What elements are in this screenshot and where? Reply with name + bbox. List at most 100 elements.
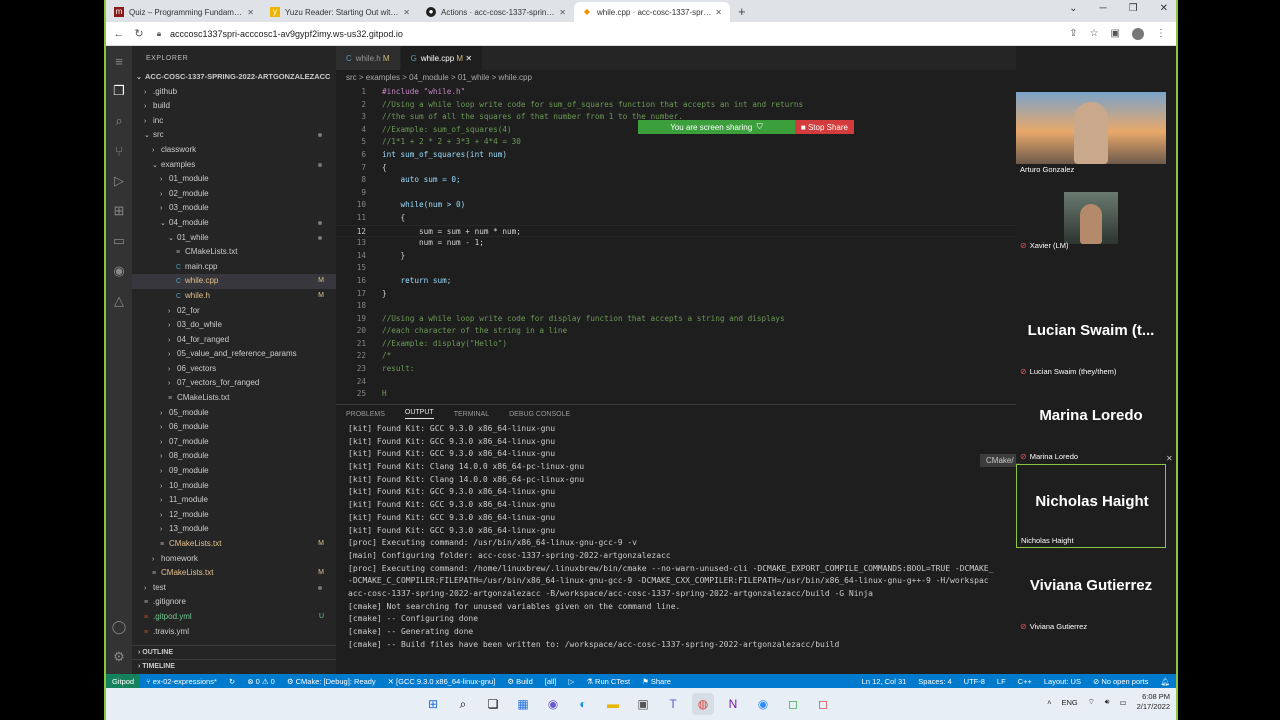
tree-folder[interactable]: › test — [132, 581, 336, 596]
code-line[interactable]: 6 int sum_of_squares(int num) — [336, 149, 1016, 162]
chat-icon[interactable]: ◉ — [542, 693, 564, 715]
search-icon[interactable]: ⌕ — [106, 106, 132, 136]
participant-tile[interactable]: Lucian Swaim (t... ⊘ Lucian Swaim (they/th… — [1016, 294, 1166, 378]
tree-folder[interactable]: › 07_vectors_for_ranged — [132, 376, 336, 391]
run-debug-icon[interactable]: ▷ — [106, 166, 132, 196]
search-icon[interactable]: ⌕ — [452, 693, 474, 715]
share-icon[interactable]: ⇪ — [1069, 28, 1077, 40]
code-line[interactable]: 9 — [336, 187, 1016, 200]
wifi-icon[interactable]: ⌔ — [1088, 697, 1095, 707]
minimize-icon[interactable]: ─ — [1100, 3, 1107, 14]
extensions-icon[interactable]: ⊞ — [106, 196, 132, 226]
tab-debug-console[interactable]: DEBUG CONSOLE — [509, 411, 570, 418]
tree-file[interactable]: ≡ CMakeLists.txt M — [132, 566, 336, 581]
tree-folder[interactable]: › 06_vectors — [132, 362, 336, 377]
new-tab-button[interactable]: + — [738, 4, 746, 19]
close-window-icon[interactable]: ✕ — [1160, 3, 1168, 14]
tree-folder[interactable]: › 02_module — [132, 187, 336, 202]
restore-icon[interactable]: ❐ — [1129, 3, 1138, 14]
tree-file[interactable]: Cwhile.cpp M — [132, 274, 336, 289]
tab-problems[interactable]: PROBLEMS — [346, 411, 385, 418]
chrome-icon[interactable]: ◍ — [692, 693, 714, 715]
close-icon[interactable]: ✕ — [403, 8, 410, 17]
tree-folder[interactable]: › 08_module — [132, 449, 336, 464]
code-line[interactable]: 24 — [336, 376, 1016, 389]
tree-folder[interactable]: › 05_value_and_reference_params — [132, 347, 336, 362]
tree-file[interactable]: ≡ .gitignore — [132, 595, 336, 610]
tree-folder[interactable]: › classwork — [132, 143, 336, 158]
indentation[interactable]: Spaces: 4 — [912, 677, 957, 686]
tree-file[interactable]: ≡ CMakeLists.txt M — [132, 537, 336, 552]
code-line[interactable]: 12 sum = sum + num * num; — [336, 224, 1016, 238]
teams-icon[interactable]: T — [662, 693, 684, 715]
volume-icon[interactable]: 🔊︎ — [1105, 697, 1110, 707]
tree-folder[interactable]: ⌄ examples — [132, 158, 336, 173]
browser-tab[interactable]: m Quiz – Programming Fundamentals ✕ — [106, 2, 262, 22]
tree-folder[interactable]: ⌄ src — [132, 128, 336, 143]
start-icon[interactable]: ⊞ — [422, 693, 444, 715]
clock[interactable]: 6:08 PM 2/17/2022 — [1137, 692, 1170, 712]
code-line[interactable]: 21 //Example: display("Hello") — [336, 338, 1016, 351]
tree-folder[interactable]: › 09_module — [132, 464, 336, 479]
store-icon[interactable]: ▣ — [632, 693, 654, 715]
editor-tab-while-cpp[interactable]: Gwhile.cpp M ✕ — [400, 46, 484, 70]
tree-folder[interactable]: › 07_module — [132, 435, 336, 450]
avatar[interactable] — [1132, 27, 1144, 40]
tree-folder[interactable]: › 04_for_ranged — [132, 333, 336, 348]
tree-folder[interactable]: › 01_module — [132, 172, 336, 187]
battery-icon[interactable]: ▭ — [1120, 698, 1127, 707]
back-icon[interactable]: ← — [112, 28, 126, 40]
tree-folder[interactable]: › 05_module — [132, 406, 336, 421]
eol[interactable]: LF — [991, 677, 1012, 686]
tree-file[interactable]: ≡ .travis.yml — [132, 625, 336, 640]
output-channel-select[interactable]: CMake/ — [980, 454, 1020, 467]
close-icon[interactable]: ✕ — [247, 8, 254, 17]
output-log[interactable]: [kit] Found Kit: GCC 9.3.0 x86_64-linux-… — [336, 423, 1016, 651]
language-mode[interactable]: C++ — [1012, 677, 1038, 686]
code-line[interactable]: 1 #include "while.h" — [336, 86, 1016, 99]
editor-tab-while-h[interactable]: Cwhile.h M — [336, 46, 401, 70]
target-select[interactable]: [all] — [539, 677, 563, 686]
tree-folder[interactable]: ⌄ 01_while — [132, 231, 336, 246]
build-button[interactable]: ⚙ Build — [501, 677, 539, 686]
menu-icon[interactable]: ≡ — [106, 46, 132, 76]
edge-icon[interactable]: ◐ — [572, 693, 594, 715]
source-control-icon[interactable]: ⑂ — [106, 136, 132, 166]
tree-folder[interactable]: › 03_module — [132, 201, 336, 216]
zoom-icon[interactable]: ◉ — [752, 693, 774, 715]
widgets-icon[interactable]: ▦ — [512, 693, 534, 715]
problems-status[interactable]: ⊗ 0 ⚠ 0 — [241, 677, 281, 686]
code-line[interactable]: 19 //Using a while loop write code for di… — [336, 313, 1016, 326]
tree-folder[interactable]: › inc — [132, 114, 336, 129]
close-icon[interactable]: ✕ — [715, 8, 722, 17]
code-line[interactable]: 17} — [336, 288, 1016, 301]
task-view-icon[interactable]: ❏ — [482, 693, 504, 715]
url-field[interactable]: acccosc1337spri-acccosc1-av9gypf2imy.ws-… — [170, 29, 1069, 39]
browser-tab-active[interactable]: ◆ while.cpp · acc-cosc-1337-spring ✕ — [574, 2, 730, 22]
account-icon[interactable]: ◯ — [106, 612, 132, 642]
tree-folder[interactable]: › .github — [132, 85, 336, 100]
participant-tile[interactable]: Marina Loredo ⊘ Marina Loredo — [1016, 379, 1166, 463]
tab-output[interactable]: OUTPUT — [404, 409, 434, 419]
browser-tab[interactable]: ●Actions · acc-cosc-1337-spring-2022✕ — [418, 2, 574, 22]
tree-folder[interactable]: › 10_module — [132, 479, 336, 494]
debug-icon[interactable]: ▷ — [562, 677, 580, 686]
star-icon[interactable]: ☆ — [1090, 28, 1099, 40]
code-line[interactable]: 25 H — [336, 388, 1016, 401]
tree-folder[interactable]: › homework — [132, 552, 336, 567]
gear-icon[interactable]: ⚙ — [106, 642, 132, 672]
github-icon[interactable]: ◉ — [106, 256, 132, 286]
tree-folder[interactable]: ⌄ 04_module — [132, 216, 336, 231]
cmake-status[interactable]: ⚙ CMake: [Debug]: Ready — [281, 677, 382, 686]
share-button[interactable]: ⚑ Share — [636, 677, 677, 686]
code-line[interactable]: 14 } — [336, 250, 1016, 263]
menu-icon[interactable]: ⋮ — [1156, 28, 1166, 40]
code-line[interactable]: 7{ — [336, 162, 1016, 175]
encoding[interactable]: UTF-8 — [958, 677, 991, 686]
tree-file[interactable]: ≡ CMakeLists.txt — [132, 245, 336, 260]
cursor-position[interactable]: Ln 12, Col 31 — [856, 677, 913, 686]
app-icon[interactable]: ◻ — [812, 693, 834, 715]
code-line[interactable]: 10 while(num > 0) — [336, 199, 1016, 212]
breadcrumb[interactable]: src > examples > 04_module > 01_while > … — [336, 70, 1016, 86]
chevron-up-icon[interactable]: ˄ — [1047, 698, 1051, 707]
